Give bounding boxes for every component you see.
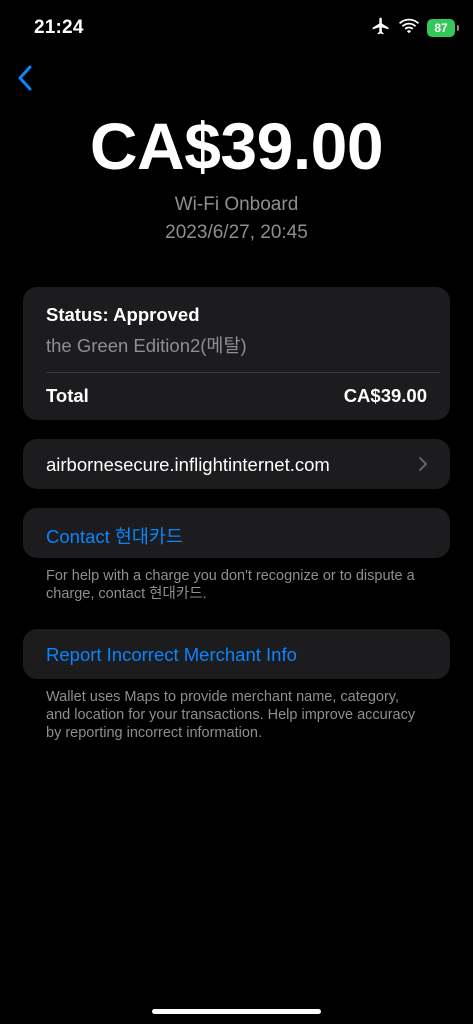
- status-icons: 87: [371, 16, 459, 41]
- chevron-left-icon: [17, 65, 33, 96]
- status-time: 21:24: [34, 17, 84, 38]
- contact-help-text: For help with a charge you don't recogni…: [46, 568, 415, 602]
- chevron-right-icon: [418, 456, 428, 477]
- airplane-icon: [371, 16, 391, 41]
- battery-level: 87: [434, 21, 448, 35]
- contact-issuer-label[interactable]: Contact 현대카드: [46, 523, 183, 549]
- back-button[interactable]: [10, 62, 40, 98]
- card-name: the Green Edition2(메탈): [46, 335, 247, 356]
- report-merchant-label[interactable]: Report Incorrect Merchant Info: [46, 644, 297, 666]
- status-bar: 21:24 87: [0, 0, 473, 56]
- merchant-website-row[interactable]: airbornesecure.inflightinternet.com: [23, 439, 450, 489]
- home-indicator[interactable]: [152, 1009, 321, 1014]
- transaction-amount: CA$39.00: [89, 109, 384, 183]
- divider: [46, 372, 440, 373]
- transaction-datetime: 2023/6/27, 20:45: [165, 222, 308, 243]
- wifi-icon: [399, 18, 419, 39]
- battery-icon: 87: [427, 19, 459, 37]
- report-merchant-button[interactable]: Report Incorrect Merchant Info: [23, 629, 450, 679]
- total-value: CA$39.00: [343, 385, 427, 406]
- contact-issuer-button[interactable]: Contact 현대카드: [23, 508, 450, 558]
- merchant-name: Wi-Fi Onboard: [174, 194, 299, 215]
- report-help-text: Wallet uses Maps to provide merchant nam…: [46, 689, 416, 741]
- status-label: Status: Approved: [46, 304, 200, 325]
- total-label: Total: [46, 385, 89, 406]
- merchant-website-link[interactable]: airbornesecure.inflightinternet.com: [46, 454, 330, 476]
- transaction-status-card: Status: Approved the Green Edition2(메탈) …: [23, 287, 450, 420]
